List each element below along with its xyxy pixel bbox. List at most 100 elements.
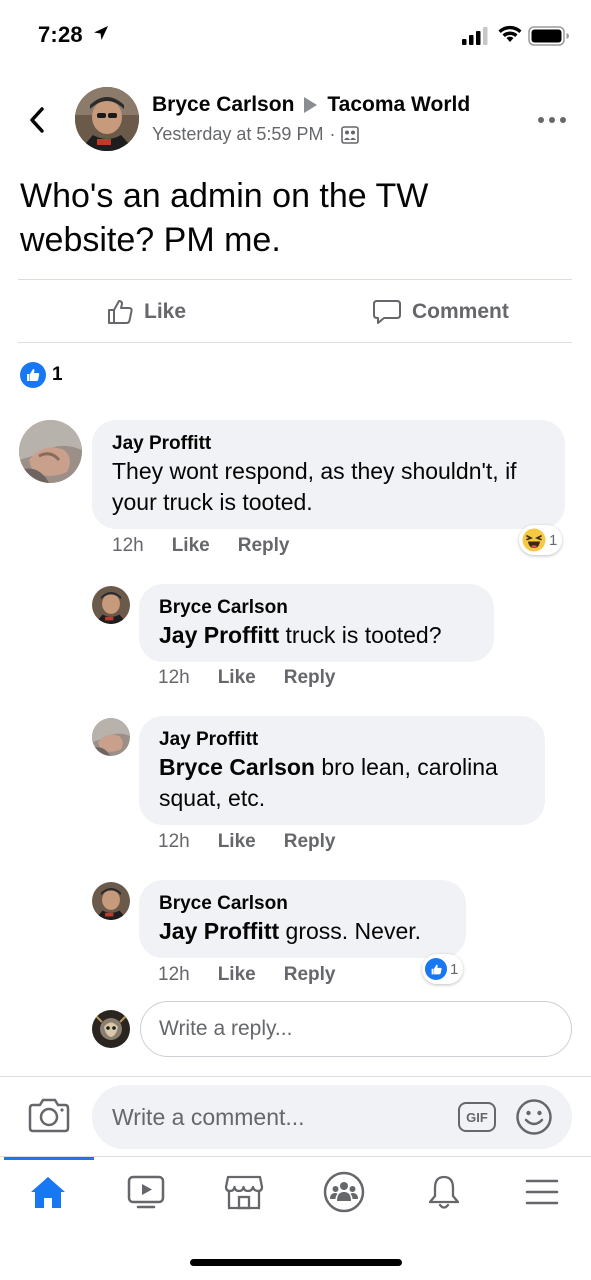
bell-icon [428, 1175, 460, 1209]
tab-notifications[interactable] [414, 1169, 474, 1215]
tab-home[interactable] [18, 1169, 78, 1215]
reaction-summary[interactable]: 1 [20, 362, 63, 388]
comment-bubble[interactable]: Bryce Carlson Jay Proffitt gross. Never. [139, 880, 466, 958]
home-indicator [190, 1259, 402, 1266]
tab-marketplace[interactable] [214, 1169, 274, 1215]
author-avatar[interactable] [75, 87, 139, 151]
comment-like-button[interactable]: Like [172, 535, 210, 557]
home-icon [31, 1177, 65, 1208]
groups-icon [323, 1171, 365, 1213]
comment-time[interactable]: 12h [158, 667, 190, 689]
avatar-photo-icon [92, 586, 130, 624]
thumbs-up-outline-icon [108, 300, 133, 324]
hamburger-menu-icon [525, 1179, 559, 1205]
reply-author-avatar[interactable] [92, 718, 130, 756]
more-options-button[interactable] [536, 110, 568, 130]
comment-text: They wont respond, as they shouldn't, if… [112, 458, 517, 515]
cellular-signal-icon [462, 27, 488, 45]
comment-reply-button[interactable]: Reply [238, 535, 290, 557]
comment-like-button[interactable]: Like [218, 964, 256, 986]
triangle-right-icon [304, 97, 318, 113]
comment-input[interactable]: Write a comment... [92, 1085, 572, 1149]
comment-composer: Write a comment... GIF [0, 1076, 591, 1156]
comment-like-button[interactable]: Like [218, 667, 256, 689]
comment-actions: 12h Like Reply [158, 667, 363, 689]
tab-watch[interactable] [116, 1169, 176, 1215]
status-time: 7:28 [38, 22, 83, 47]
tab-menu[interactable] [512, 1169, 572, 1215]
group-privacy-icon [341, 125, 360, 144]
mention-tag[interactable]: Jay Proffitt [159, 622, 279, 648]
comment-actions: 12h Like Reply [112, 535, 317, 557]
comment-bubble[interactable]: Jay Proffitt Bryce Carlson bro lean, car… [139, 716, 545, 825]
comment-reply-button[interactable]: Reply [284, 667, 336, 689]
camera-icon [28, 1098, 70, 1133]
reply-author-avatar[interactable] [92, 586, 130, 624]
haha-reaction-icon [522, 528, 546, 552]
comment-reply-button[interactable]: Reply [284, 831, 336, 853]
comment-actions: 12h Like Reply [158, 831, 363, 853]
status-bar: 7:28 [0, 0, 591, 72]
like-reaction-icon [20, 362, 46, 388]
comment-reply-button[interactable]: Reply [284, 964, 336, 986]
comment-author[interactable]: Jay Proffitt [159, 728, 525, 752]
camera-button[interactable] [28, 1097, 70, 1138]
gif-button[interactable]: GIF [458, 1102, 496, 1132]
comment-button[interactable]: Comment [372, 294, 509, 330]
bottom-tab-bar [0, 1156, 591, 1226]
mention-tag[interactable]: Bryce Carlson [159, 754, 315, 780]
reaction-count: 1 [52, 364, 63, 385]
mention-tag[interactable]: Jay Proffitt [159, 918, 279, 944]
comment-bubble[interactable]: Jay Proffitt They wont respond, as they … [92, 420, 565, 529]
like-reaction-icon [425, 958, 447, 980]
commenter-avatar[interactable] [19, 420, 82, 483]
post-timestamp[interactable]: Yesterday at 5:59 PM [152, 124, 323, 145]
reply-author-avatar[interactable] [92, 882, 130, 920]
comment-text: Bryce Carlson bro lean, carolina squat, … [159, 752, 525, 814]
comment-text: Jay Proffitt truck is tooted? [159, 620, 474, 651]
avatar-photo-icon [19, 420, 82, 483]
wifi-icon [498, 25, 522, 42]
avatar-photo-icon [92, 718, 130, 756]
comment-reaction-pill[interactable]: 1 [422, 954, 464, 984]
battery-icon [528, 26, 569, 46]
marketplace-icon [224, 1175, 264, 1210]
like-label: Like [144, 300, 187, 323]
comment-time[interactable]: 12h [112, 535, 144, 557]
comment-author[interactable]: Bryce Carlson [159, 596, 474, 620]
author-name-link[interactable]: Bryce Carlson [152, 93, 294, 117]
emoji-button[interactable] [515, 1098, 553, 1141]
comment-reaction-count: 1 [450, 960, 459, 978]
avatar-photo-icon [92, 882, 130, 920]
back-button[interactable] [22, 100, 52, 140]
comment-time[interactable]: 12h [158, 964, 190, 986]
comment-text: Jay Proffitt gross. Never. [159, 916, 446, 947]
divider [18, 279, 572, 280]
smiley-icon [516, 1099, 552, 1135]
reply-row: Write a reply... [92, 1001, 572, 1057]
comment-time[interactable]: 12h [158, 831, 190, 853]
like-button[interactable]: Like [106, 294, 186, 330]
avatar-photo-icon [75, 87, 139, 151]
comment-bubble-icon [373, 300, 401, 324]
reply-input[interactable]: Write a reply... [140, 1001, 572, 1057]
comment-reaction-pill[interactable]: 1 [519, 525, 563, 555]
avatar-photo-icon [92, 1010, 130, 1048]
tab-groups[interactable] [314, 1169, 374, 1215]
post-meta: Yesterday at 5:59 PM · [152, 124, 360, 145]
current-user-avatar [92, 1010, 130, 1048]
post-header-title: Bryce Carlson Tacoma World [152, 93, 470, 117]
comment-bubble[interactable]: Bryce Carlson Jay Proffitt truck is toot… [139, 584, 494, 662]
watch-icon [127, 1175, 165, 1209]
post-body: Who's an admin on the TW website? PM me. [20, 177, 429, 259]
comment-author[interactable]: Jay Proffitt [112, 432, 545, 456]
meta-separator: · [329, 124, 336, 144]
comment-actions: 12h Like Reply [158, 964, 363, 986]
location-arrow-icon [94, 26, 108, 40]
active-tab-indicator [4, 1157, 94, 1160]
chevron-left-icon [30, 107, 44, 133]
group-name-link[interactable]: Tacoma World [327, 93, 470, 117]
comment-like-button[interactable]: Like [218, 831, 256, 853]
comment-author[interactable]: Bryce Carlson [159, 892, 446, 916]
more-horizontal-icon [538, 117, 566, 123]
